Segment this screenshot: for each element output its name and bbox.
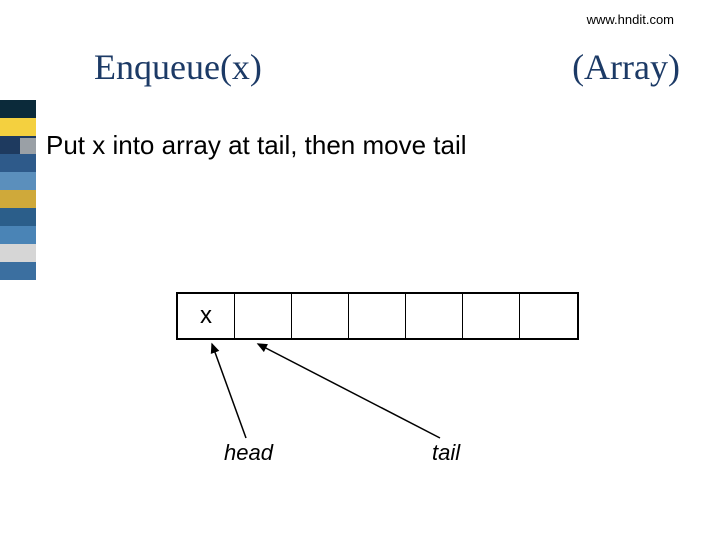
array-cell [406, 294, 463, 338]
head-arrow [212, 344, 246, 438]
source-url: www.hndit.com [587, 12, 674, 27]
title-right: (Array) [572, 46, 680, 88]
bullet-text: Put x into array at tail, then move tail [46, 130, 467, 161]
sidebar-block [0, 226, 36, 244]
array-cell [292, 294, 349, 338]
slide-title: Enqueue(x) (Array) [94, 46, 680, 88]
bullet-icon [20, 138, 36, 154]
title-left: Enqueue(x) [94, 46, 262, 88]
tail-label: tail [432, 440, 460, 466]
decorative-sidebar [0, 100, 36, 280]
sidebar-block [0, 244, 36, 262]
bullet-item: Put x into array at tail, then move tail [20, 130, 700, 161]
array-cell [349, 294, 406, 338]
sidebar-block [0, 262, 36, 280]
sidebar-block [0, 100, 36, 118]
sidebar-block [0, 208, 36, 226]
array-cell [520, 294, 577, 338]
array-diagram: x [176, 292, 579, 340]
sidebar-block [0, 172, 36, 190]
array-cell [235, 294, 292, 338]
array-cell: x [178, 294, 235, 338]
tail-arrow [258, 344, 440, 438]
sidebar-block [0, 190, 36, 208]
array-cell [463, 294, 520, 338]
head-label: head [224, 440, 273, 466]
